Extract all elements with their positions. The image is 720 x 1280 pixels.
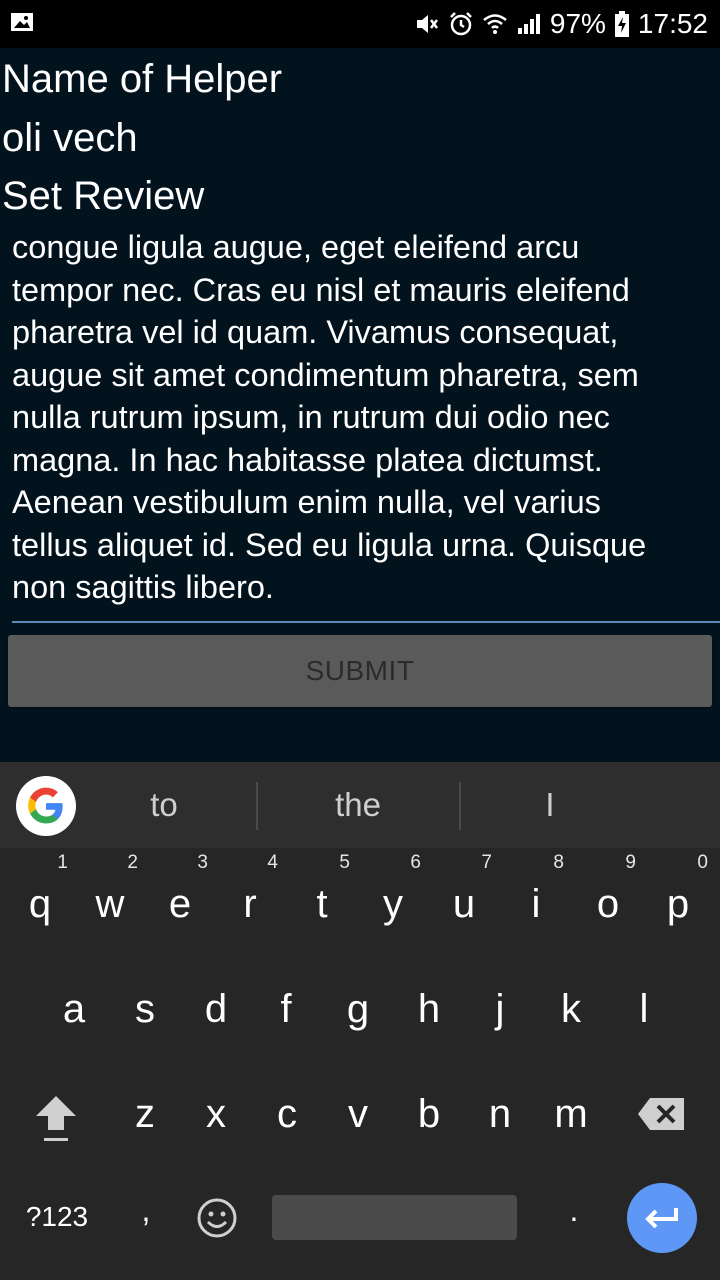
key-z[interactable]: z: [117, 1092, 173, 1137]
key-d[interactable]: d: [188, 987, 244, 1032]
suggestion-bar: to the I: [0, 762, 720, 848]
key-c[interactable]: c: [259, 1092, 315, 1137]
set-review-label: Set Review: [2, 174, 205, 218]
key-l[interactable]: l: [616, 987, 672, 1032]
key-i[interactable]: i8: [508, 852, 564, 927]
key-r[interactable]: r4: [222, 852, 278, 927]
alarm-icon: [448, 11, 474, 37]
key-label: o: [596, 882, 620, 926]
key-label: t: [316, 882, 328, 926]
key-label: e: [168, 882, 192, 926]
emoji-icon[interactable]: [196, 1197, 238, 1239]
key-o[interactable]: o9: [580, 852, 636, 927]
shift-icon[interactable]: [28, 1088, 84, 1144]
key-label: u: [452, 882, 476, 926]
suggestion-2[interactable]: the: [258, 762, 458, 848]
key-u[interactable]: u7: [436, 852, 492, 927]
key-a[interactable]: a: [46, 987, 102, 1032]
key-label: r: [243, 882, 257, 926]
google-g-icon[interactable]: [16, 776, 76, 836]
key-hint: 7: [481, 852, 492, 873]
key-s[interactable]: s: [117, 987, 173, 1032]
status-bar: 97% 17:52: [0, 0, 720, 48]
key-q[interactable]: q1: [12, 852, 68, 927]
key-p[interactable]: p0: [650, 852, 708, 927]
image-icon: [10, 10, 34, 39]
key-hint: 4: [267, 852, 278, 873]
key-label: p: [666, 882, 690, 926]
status-left: [10, 10, 34, 39]
symbols-key[interactable]: ?123: [18, 1201, 96, 1233]
key-label: y: [383, 882, 403, 926]
key-y[interactable]: y6: [365, 852, 421, 927]
mute-icon: [414, 12, 440, 36]
review-field-underline: [12, 621, 720, 623]
key-v[interactable]: v: [330, 1092, 386, 1137]
key-h[interactable]: h: [401, 987, 457, 1032]
key-hint: 0: [697, 852, 708, 873]
key-hint: 6: [410, 852, 421, 873]
enter-icon[interactable]: [627, 1183, 697, 1253]
key-hint: 9: [625, 852, 636, 873]
status-icons: 97% 17:52: [414, 8, 708, 40]
key-g[interactable]: g: [330, 987, 386, 1032]
key-label: i: [531, 882, 541, 926]
key-label: q: [28, 882, 52, 926]
key-n[interactable]: n: [472, 1092, 528, 1137]
wifi-icon: [482, 11, 508, 37]
status-time: 17:52: [637, 8, 708, 39]
key-hint: 1: [57, 852, 68, 873]
helper-name-value: oli vech: [2, 116, 138, 160]
suggestion-1[interactable]: to: [88, 762, 240, 848]
key-w[interactable]: w2: [82, 852, 138, 927]
submit-button[interactable]: SUBMIT: [8, 635, 712, 707]
suggestion-3[interactable]: I: [461, 762, 639, 848]
key-k[interactable]: k: [543, 987, 599, 1032]
comma-key[interactable]: ,: [132, 1192, 160, 1229]
key-t[interactable]: t5: [294, 852, 350, 927]
key-b[interactable]: b: [401, 1092, 457, 1137]
key-hint: 3: [197, 852, 208, 873]
key-m[interactable]: m: [543, 1092, 599, 1137]
battery-charging-icon: [614, 11, 630, 37]
key-f[interactable]: f: [258, 987, 314, 1032]
key-label: w: [95, 882, 125, 926]
review-form: Name of Helper oli vech Set Review congu…: [0, 48, 720, 762]
key-hint: 8: [553, 852, 564, 873]
key-hint: 5: [339, 852, 350, 873]
key-x[interactable]: x: [188, 1092, 244, 1137]
space-bar[interactable]: [272, 1195, 517, 1240]
key-e[interactable]: e3: [152, 852, 208, 927]
helper-name-label: Name of Helper: [2, 57, 283, 101]
battery-percent: 97%: [549, 8, 606, 39]
backspace-icon[interactable]: [636, 1094, 688, 1134]
keyboard: to the I q1 w2 e3 r4 t5 y6 u7 i8 o9 p0 a…: [0, 762, 720, 1280]
signal-icon: [516, 12, 542, 36]
period-key[interactable]: .: [560, 1192, 588, 1229]
key-hint: 2: [127, 852, 138, 873]
review-text-field[interactable]: congue ligula augue, eget eleifend arcu …: [12, 226, 720, 609]
key-j[interactable]: j: [472, 987, 528, 1032]
